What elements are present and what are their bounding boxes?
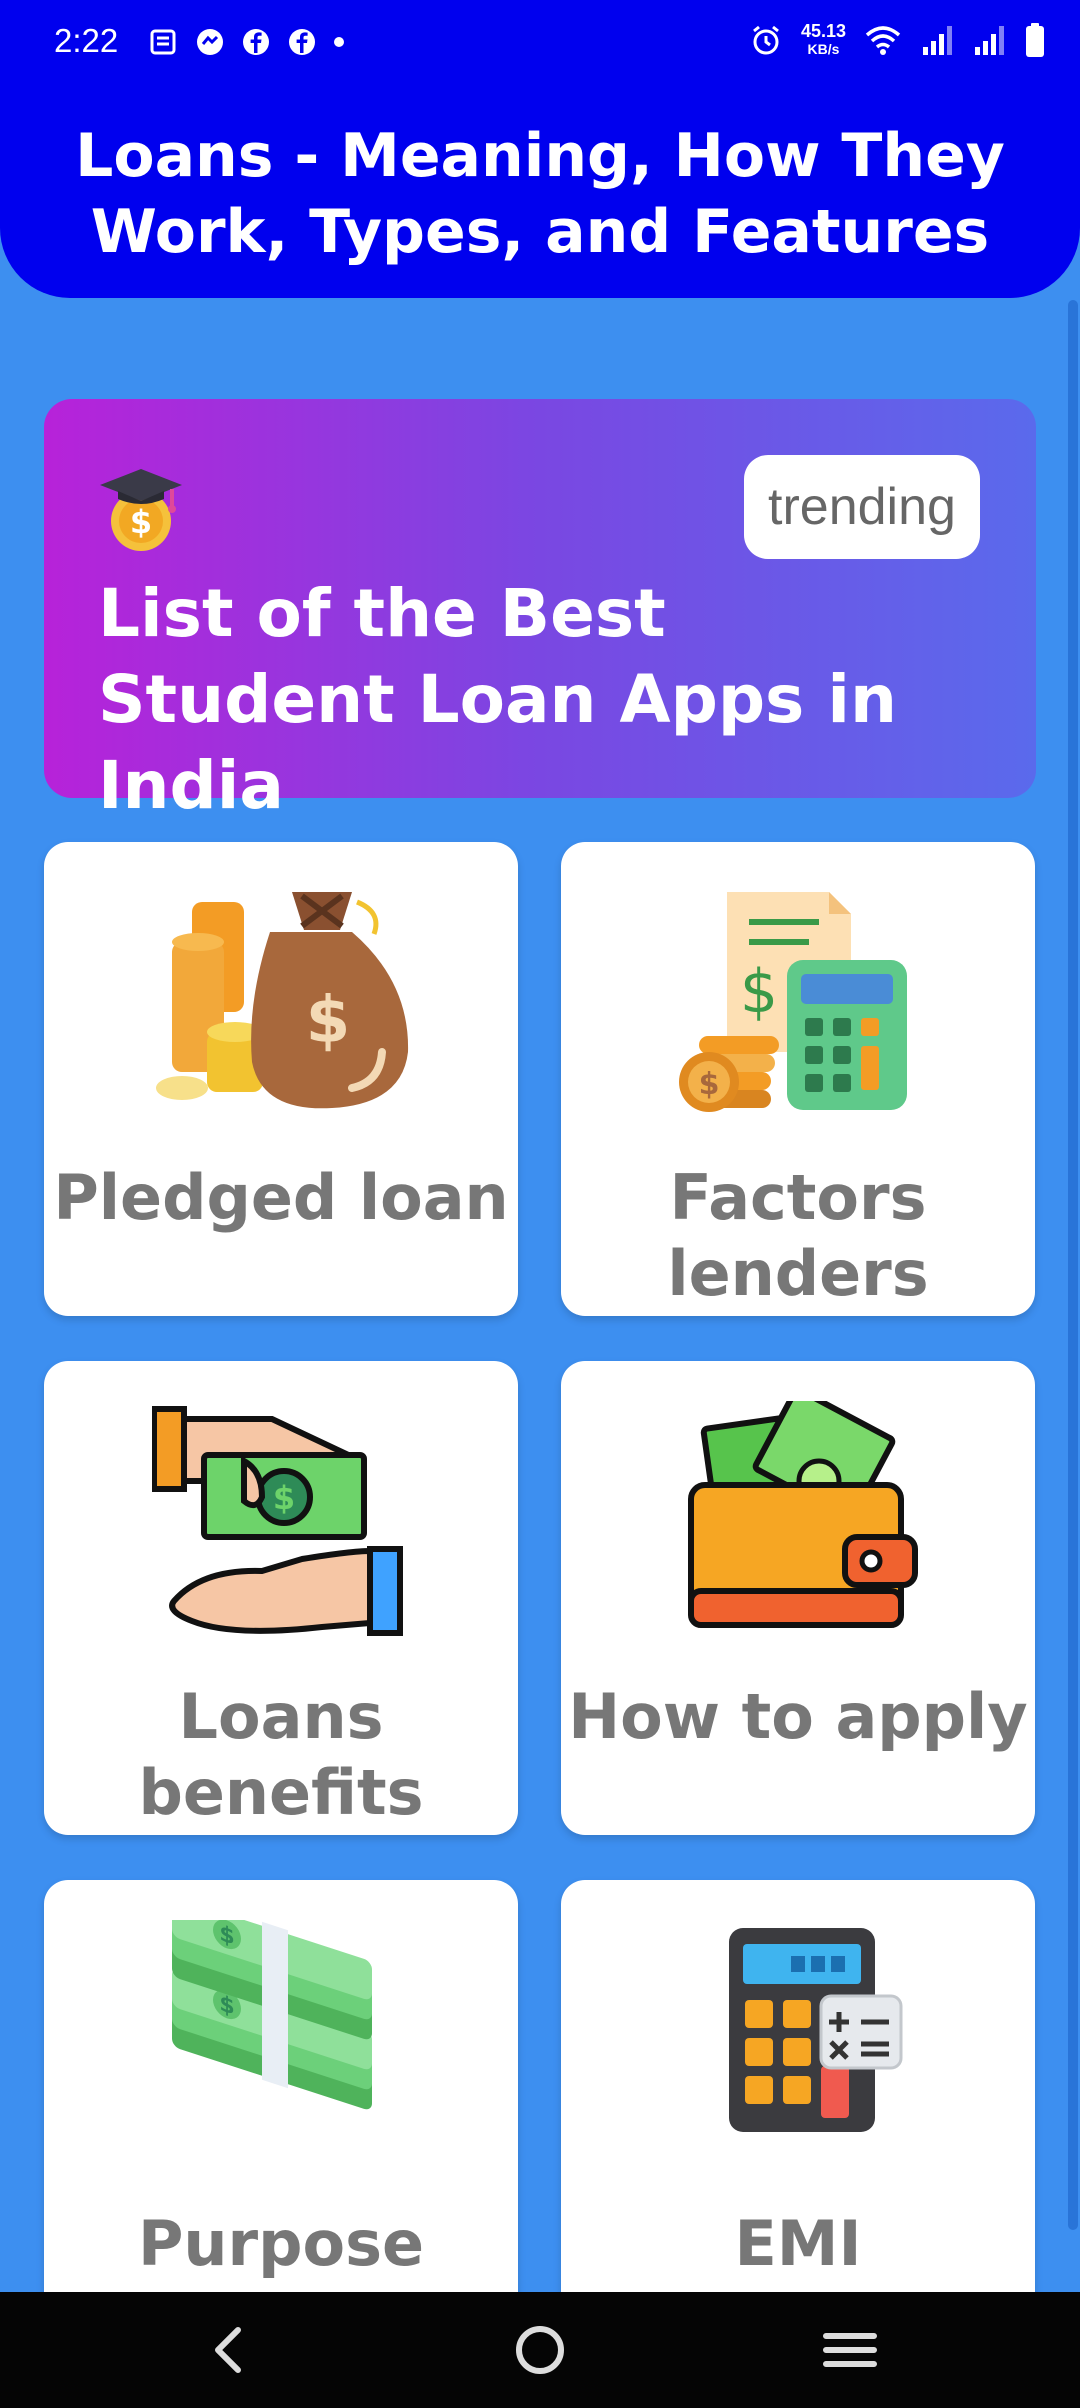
svg-text:$: $ (740, 957, 778, 1027)
svg-text:$: $ (219, 1920, 234, 1950)
hand-cash-icon: $ (152, 1406, 403, 1636)
calculator-icon (729, 1928, 903, 2132)
scrollbar[interactable] (1068, 300, 1078, 2230)
alarm-icon (753, 25, 779, 55)
calculator-bill-icon: $ $ (679, 892, 907, 1112)
card-label: How to apply (568, 1680, 1028, 1753)
svg-text:$: $ (273, 1479, 295, 1517)
card-label: EMI (734, 2207, 862, 2280)
signal-icon (975, 26, 1004, 55)
recents-icon[interactable] (820, 2320, 880, 2380)
messenger-icon (197, 29, 223, 55)
svg-text:$: $ (130, 503, 152, 541)
net-speed-unit: KB/s (807, 41, 840, 57)
svg-text:$: $ (699, 1067, 720, 1102)
home-icon[interactable] (510, 2320, 570, 2380)
system-nav-bar (0, 2292, 1080, 2408)
trending-badge: trending (744, 455, 980, 559)
status-time: 2:22 (54, 22, 119, 59)
net-speed: 45.13 KB/s (801, 22, 846, 58)
card-purpose[interactable]: $ $ Purpose (44, 1880, 518, 2354)
dot-icon (334, 37, 344, 47)
back-icon[interactable] (200, 2320, 260, 2380)
banner-title: List of the Best Student Loan Apps in In… (98, 575, 897, 824)
notification-icons (148, 26, 346, 58)
card-how-to-apply[interactable]: How to apply (561, 1361, 1035, 1835)
facebook-icon (243, 29, 269, 55)
trending-banner[interactable]: $ trending List of the Best Student Loan… (44, 399, 1036, 824)
battery-icon (1026, 23, 1044, 57)
card-pledged-loan[interactable]: $ Pledged loan (44, 842, 518, 1316)
net-speed-value: 45.13 (800, 21, 846, 41)
graduation-coin-icon: $ (100, 469, 182, 551)
card-label: Pledged loan (53, 1161, 509, 1234)
card-loans-benefits[interactable]: $ Loans benefits (44, 1361, 518, 1835)
facebook-icon (289, 29, 315, 55)
wifi-icon (865, 26, 901, 55)
card-label: Factors lenders (667, 1161, 929, 1310)
money-bag-icon: $ (156, 892, 409, 1109)
news-icon (150, 29, 176, 55)
page-title: Loans - Meaning, How They Work, Types, a… (75, 121, 1005, 267)
cash-stack-icon: $ $ (172, 1920, 372, 2110)
wallet-icon (688, 1401, 918, 1628)
card-factors-lenders[interactable]: $ $ Factors lenders (561, 842, 1035, 1316)
card-label: Loans benefits (138, 1680, 424, 1829)
card-label: Purpose (137, 2207, 425, 2280)
svg-text:$: $ (306, 984, 351, 1058)
system-icons: 45.13 KB/s (749, 22, 1046, 58)
signal-icon (923, 26, 952, 55)
card-emi[interactable]: EMI (561, 1880, 1035, 2354)
status-bar: 2:22 45.13 KB/s (0, 0, 1080, 90)
